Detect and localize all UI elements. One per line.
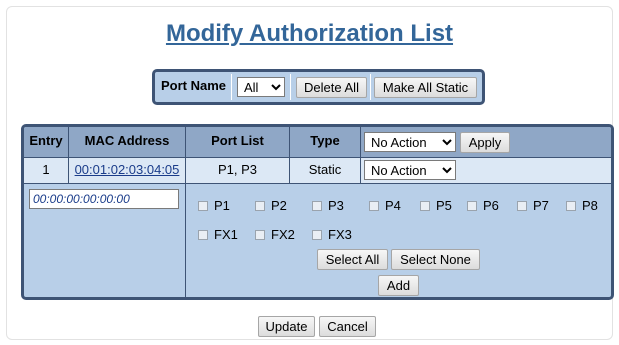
- checkbox-icon: [467, 200, 477, 211]
- port-checkbox-p5[interactable]: P5: [420, 198, 452, 213]
- checkbox-icon: [369, 200, 379, 211]
- checkbox-icon: [420, 200, 430, 211]
- port-checkbox-p2[interactable]: P2: [255, 198, 287, 213]
- port-checkbox-p4[interactable]: P4: [369, 198, 401, 213]
- divider: [231, 74, 232, 100]
- select-none-button[interactable]: Select None: [391, 249, 480, 270]
- port-checkbox-label: P1: [214, 198, 230, 213]
- port-checkbox-p1[interactable]: P1: [198, 198, 230, 213]
- port-name-select[interactable]: All: [237, 77, 285, 97]
- header-port-list: Port List: [211, 133, 264, 148]
- select-all-button[interactable]: Select All: [317, 249, 388, 270]
- checkbox-icon: [198, 229, 208, 240]
- add-button[interactable]: Add: [378, 275, 419, 296]
- port-checkbox-label: FX2: [271, 227, 295, 242]
- port-checkbox-label: FX1: [214, 227, 238, 242]
- port-checkbox-p3[interactable]: P3: [312, 198, 344, 213]
- port-checkbox-label: P6: [483, 198, 499, 213]
- page-title: Modify Authorization List: [165, 20, 454, 47]
- port-checkbox-fx3[interactable]: FX3: [312, 227, 352, 242]
- grid-line: [185, 127, 186, 297]
- checkbox-icon: [312, 200, 322, 211]
- grid-line: [24, 157, 611, 158]
- port-checkbox-label: FX3: [328, 227, 352, 242]
- grid-line: [24, 183, 611, 184]
- header-type: Type: [310, 133, 340, 148]
- checkbox-icon: [566, 200, 576, 211]
- checkbox-icon: [255, 200, 265, 211]
- header-entry: Entry: [29, 133, 63, 148]
- port-name-label: Port Name: [161, 78, 227, 93]
- divider: [370, 74, 371, 100]
- port-checkbox-p7[interactable]: P7: [517, 198, 549, 213]
- mac-address-link[interactable]: 00:01:02:03:04:05: [69, 162, 185, 177]
- port-checkbox-label: P7: [533, 198, 549, 213]
- port-checkbox-p8[interactable]: P8: [566, 198, 598, 213]
- checkbox-icon: [517, 200, 527, 211]
- checkbox-icon: [312, 229, 322, 240]
- port-checkbox-label: P8: [582, 198, 598, 213]
- port-checkbox-label: P4: [385, 198, 401, 213]
- port-checkbox-label: P3: [328, 198, 344, 213]
- row-action-select[interactable]: No Action: [364, 160, 456, 180]
- apply-button[interactable]: Apply: [460, 132, 510, 153]
- header-mac-address: MAC Address: [84, 133, 170, 148]
- port-checkbox-label: P2: [271, 198, 287, 213]
- port-checkbox-fx1[interactable]: FX1: [198, 227, 238, 242]
- port-checkbox-label: P5: [436, 198, 452, 213]
- cancel-button[interactable]: Cancel: [319, 316, 376, 337]
- delete-all-button[interactable]: Delete All: [296, 77, 367, 98]
- update-button[interactable]: Update: [258, 316, 315, 337]
- port-checkbox-p6[interactable]: P6: [467, 198, 499, 213]
- type-value: Static: [308, 162, 342, 177]
- bulk-action-select[interactable]: No Action: [364, 132, 456, 152]
- grid-line: [360, 127, 361, 183]
- port-list-value: P1, P3: [217, 162, 258, 177]
- port-checkbox-fx2[interactable]: FX2: [255, 227, 295, 242]
- mac-address-input[interactable]: [29, 189, 179, 209]
- authorization-table: Entry MAC Address Port List Type No Acti…: [21, 124, 614, 300]
- checkbox-icon: [198, 200, 208, 211]
- make-all-static-button[interactable]: Make All Static: [374, 77, 477, 98]
- checkbox-icon: [255, 229, 265, 240]
- divider: [290, 74, 291, 100]
- entry-number: 1: [42, 162, 50, 177]
- port-filter-panel: Port Name All Delete All Make All Static: [152, 69, 485, 105]
